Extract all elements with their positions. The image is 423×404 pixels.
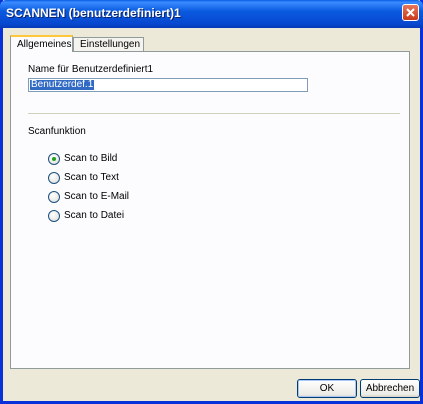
name-input[interactable]: Benutzerdef.1 [28, 78, 308, 92]
dialog-window: SCANNEN (benutzerdefiniert)1 Allgemeines… [0, 0, 423, 404]
radio-button-checked[interactable] [48, 153, 60, 165]
name-input-value: Benutzerdef.1 [30, 79, 95, 90]
radio-button[interactable] [48, 191, 60, 203]
radio-button[interactable] [48, 210, 60, 222]
close-button[interactable] [402, 4, 419, 21]
radio-label[interactable]: Scan to Datei [64, 210, 124, 222]
tab-allgemeines[interactable]: Allgemeines [10, 35, 73, 52]
window-title: SCANNEN (benutzerdefiniert)1 [6, 6, 181, 20]
scan-function-label: Scanfunktion [28, 126, 86, 137]
radio-button[interactable] [48, 172, 60, 184]
separator [28, 113, 400, 114]
tab-einstellungen[interactable]: Einstellungen [73, 37, 144, 51]
cancel-button[interactable]: Abbrechen [360, 379, 420, 398]
radio-label[interactable]: Scan to Bild [64, 153, 117, 165]
tab-panel-allgemeines: Name für Benutzerdefiniert1 Benutzerdef.… [10, 51, 410, 369]
close-icon [406, 8, 415, 17]
radio-label[interactable]: Scan to E-Mail [64, 191, 129, 203]
title-bar: SCANNEN (benutzerdefiniert)1 [0, 0, 423, 28]
name-label: Name für Benutzerdefiniert1 [28, 64, 154, 75]
radio-label[interactable]: Scan to Text [64, 172, 119, 184]
ok-button[interactable]: OK [297, 379, 357, 398]
